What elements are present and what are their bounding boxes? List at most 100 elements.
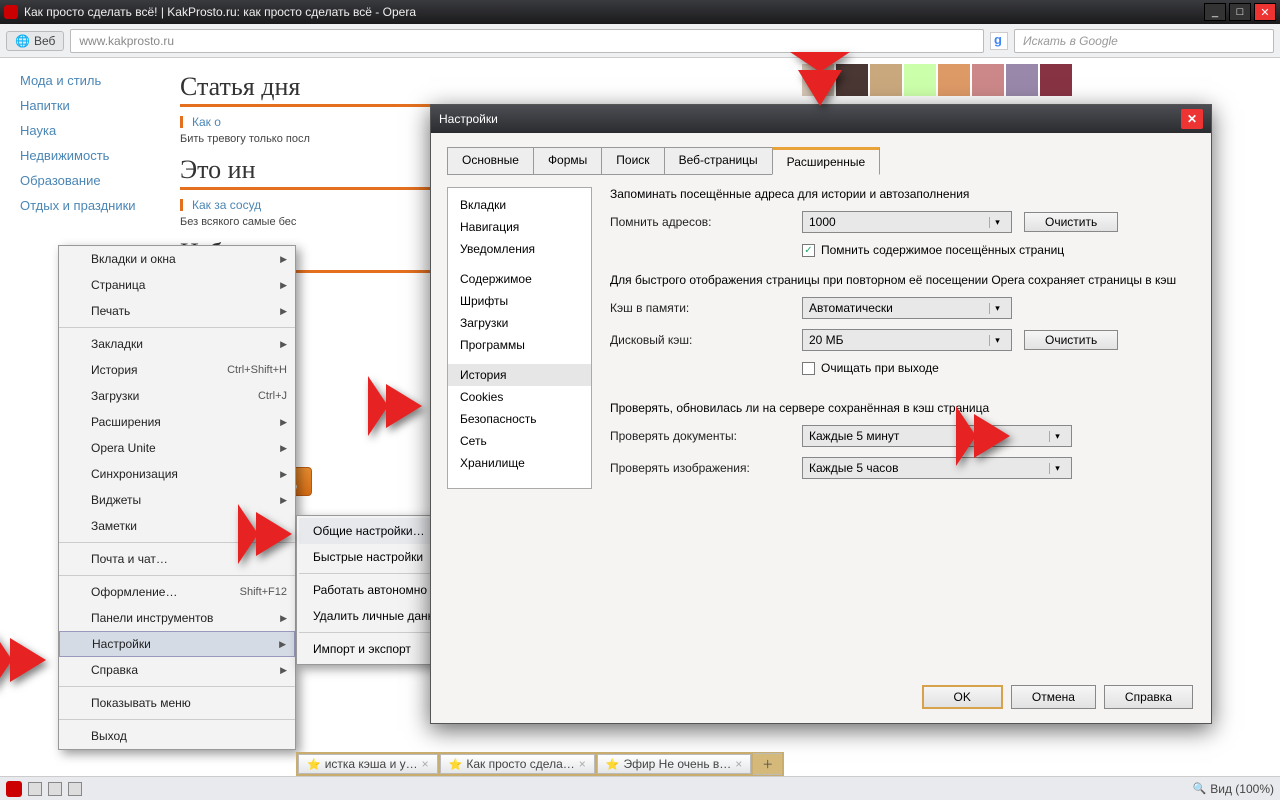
browser-tab[interactable]: ⭐Эфир Не очень в…×: [597, 754, 752, 774]
unite-icon[interactable]: [68, 782, 82, 796]
settings-categories: ВкладкиНавигацияУведомления СодержимоеШри…: [447, 187, 592, 489]
settings-category-item[interactable]: Программы: [448, 334, 591, 356]
avatar[interactable]: [870, 64, 902, 96]
address-bar: 🌐 Веб www.kakprosto.ru Искать в Google: [0, 24, 1280, 58]
menu-item[interactable]: Оформление… Shift+F12: [59, 579, 295, 605]
check-images-combo[interactable]: Каждые 5 часов▾: [802, 457, 1072, 479]
clear-cache-button[interactable]: Очистить: [1024, 330, 1118, 350]
sync-icon[interactable]: [48, 782, 62, 796]
settings-category-item[interactable]: Уведомления: [448, 238, 591, 260]
remember-addresses-combo[interactable]: 1000▾: [802, 211, 1012, 233]
blank-icon: [67, 728, 83, 744]
settings-category-item[interactable]: История: [448, 364, 591, 386]
avatar[interactable]: [1006, 64, 1038, 96]
ok-button[interactable]: OK: [922, 685, 1003, 709]
help-button[interactable]: Справка: [1104, 685, 1193, 709]
sidebar-link[interactable]: Наука: [20, 118, 160, 143]
menu-item[interactable]: Страница ▶: [59, 272, 295, 298]
divider: [180, 187, 430, 190]
settings-tab[interactable]: Формы: [533, 147, 602, 175]
clear-history-button[interactable]: Очистить: [1024, 212, 1118, 232]
menu-item[interactable]: Панели инструментов ▶: [59, 605, 295, 631]
settings-category-item[interactable]: Вкладки: [448, 194, 591, 216]
sidebar-link[interactable]: Недвижимость: [20, 143, 160, 168]
settings-tab[interactable]: Поиск: [601, 147, 664, 175]
settings-category-item[interactable]: Хранилище: [448, 452, 591, 474]
description-text: Проверять, обновилась ли на сервере сохр…: [610, 401, 1195, 415]
clear-on-exit-checkbox[interactable]: Очищать при выходе: [802, 361, 939, 375]
check-documents-combo[interactable]: Каждые 5 минут▾: [802, 425, 1072, 447]
settings-category-item[interactable]: Содержимое: [448, 268, 591, 290]
check-images-label: Проверять изображения:: [610, 461, 790, 475]
settings-category-item[interactable]: Навигация: [448, 216, 591, 238]
globe-icon: 🌐: [15, 34, 30, 48]
menu-item[interactable]: Настройки ▶: [59, 631, 295, 657]
description-text: Запоминать посещённые адреса для истории…: [610, 187, 1195, 201]
avatar[interactable]: [904, 64, 936, 96]
zoom-indicator[interactable]: 🔍 Вид (100%): [1193, 782, 1274, 796]
menu-item[interactable]: Загрузки Ctrl+J: [59, 383, 295, 409]
settings-tab[interactable]: Основные: [447, 147, 534, 175]
settings-category-item[interactable]: Загрузки: [448, 312, 591, 334]
maximize-button[interactable]: □: [1229, 3, 1251, 21]
dialog-close-button[interactable]: ✕: [1181, 109, 1203, 129]
remember-content-checkbox[interactable]: ✓Помнить содержимое посещённых страниц: [802, 243, 1064, 257]
avatar[interactable]: [938, 64, 970, 96]
sidebar-link[interactable]: Мода и стиль: [20, 68, 160, 93]
browser-tab[interactable]: ⭐истка кэша и у…×: [298, 754, 438, 774]
settings-category-item[interactable]: Сеть: [448, 430, 591, 452]
window-close-button[interactable]: ✕: [1254, 3, 1276, 21]
menu-item[interactable]: Закладки ▶: [59, 331, 295, 357]
memory-cache-combo[interactable]: Автоматически▾: [802, 297, 1012, 319]
description-text: Для быстрого отображения страницы при по…: [610, 273, 1195, 287]
url-input[interactable]: www.kakprosto.ru: [70, 29, 984, 53]
cancel-button[interactable]: Отмена: [1011, 685, 1096, 709]
browser-tabs: ⭐истка кэша и у…× ⭐Как просто сдела…× ⭐Э…: [296, 752, 784, 776]
menu-item[interactable]: Opera Unite ▶: [59, 435, 295, 461]
settings-tab[interactable]: Расширенные: [772, 147, 881, 175]
opera-menu-button[interactable]: [6, 781, 22, 797]
sidebar-link[interactable]: Напитки: [20, 93, 160, 118]
menu-item[interactable]: Показывать меню: [59, 690, 295, 716]
check-documents-label: Проверять документы:: [610, 429, 790, 443]
menu-item[interactable]: Виджеты ▶: [59, 487, 295, 513]
sidebar-link[interactable]: Отдых и праздники: [20, 193, 160, 218]
minimize-button[interactable]: _: [1204, 3, 1226, 21]
settings-category-item[interactable]: Шрифты: [448, 290, 591, 312]
status-bar: 🔍 Вид (100%): [0, 776, 1280, 800]
dialog-title-bar: Настройки ✕: [431, 105, 1211, 133]
menu-item[interactable]: История Ctrl+Shift+H: [59, 357, 295, 383]
puzzle-icon: [67, 414, 83, 430]
avatar[interactable]: [972, 64, 1004, 96]
search-input[interactable]: Искать в Google: [1014, 29, 1274, 53]
settings-content: Запоминать посещённые адреса для истории…: [610, 187, 1195, 489]
menu-item[interactable]: Расширения ▶: [59, 409, 295, 435]
menu-item[interactable]: Выход: [59, 723, 295, 749]
disk-cache-combo[interactable]: 20 МБ▾: [802, 329, 1012, 351]
blank-icon: [67, 551, 83, 567]
web-badge[interactable]: 🌐 Веб: [6, 31, 64, 51]
blank-icon: [67, 610, 83, 626]
menu-item[interactable]: Синхронизация ▶: [59, 461, 295, 487]
sidebar-link[interactable]: Образование: [20, 168, 160, 193]
disk-cache-label: Дисковый кэш:: [610, 333, 790, 347]
browser-tab[interactable]: ⭐Как просто сдела…×: [440, 754, 595, 774]
panel-icon[interactable]: [28, 782, 42, 796]
settings-category-item[interactable]: Безопасность: [448, 408, 591, 430]
menu-item[interactable]: Вкладки и окна ▶: [59, 246, 295, 272]
sync-icon: [67, 466, 83, 482]
new-tab-button[interactable]: ＋: [753, 753, 782, 775]
section-heading: Статья дня: [180, 72, 700, 102]
menu-item[interactable]: Справка ▶: [59, 657, 295, 683]
blank-icon: [68, 636, 84, 652]
avatar[interactable]: [1040, 64, 1072, 96]
settings-category-item[interactable]: Cookies: [448, 386, 591, 408]
google-icon[interactable]: [990, 32, 1008, 50]
menu-item[interactable]: Печать ▶: [59, 298, 295, 324]
settings-tab[interactable]: Веб-страницы: [664, 147, 773, 175]
remember-addresses-label: Помнить адресов:: [610, 215, 790, 229]
opera-icon: [4, 5, 18, 19]
blank-icon: [67, 277, 83, 293]
clock-icon: [67, 362, 83, 378]
window-title-bar: Как просто сделать всё! | KakProsto.ru: …: [0, 0, 1280, 24]
